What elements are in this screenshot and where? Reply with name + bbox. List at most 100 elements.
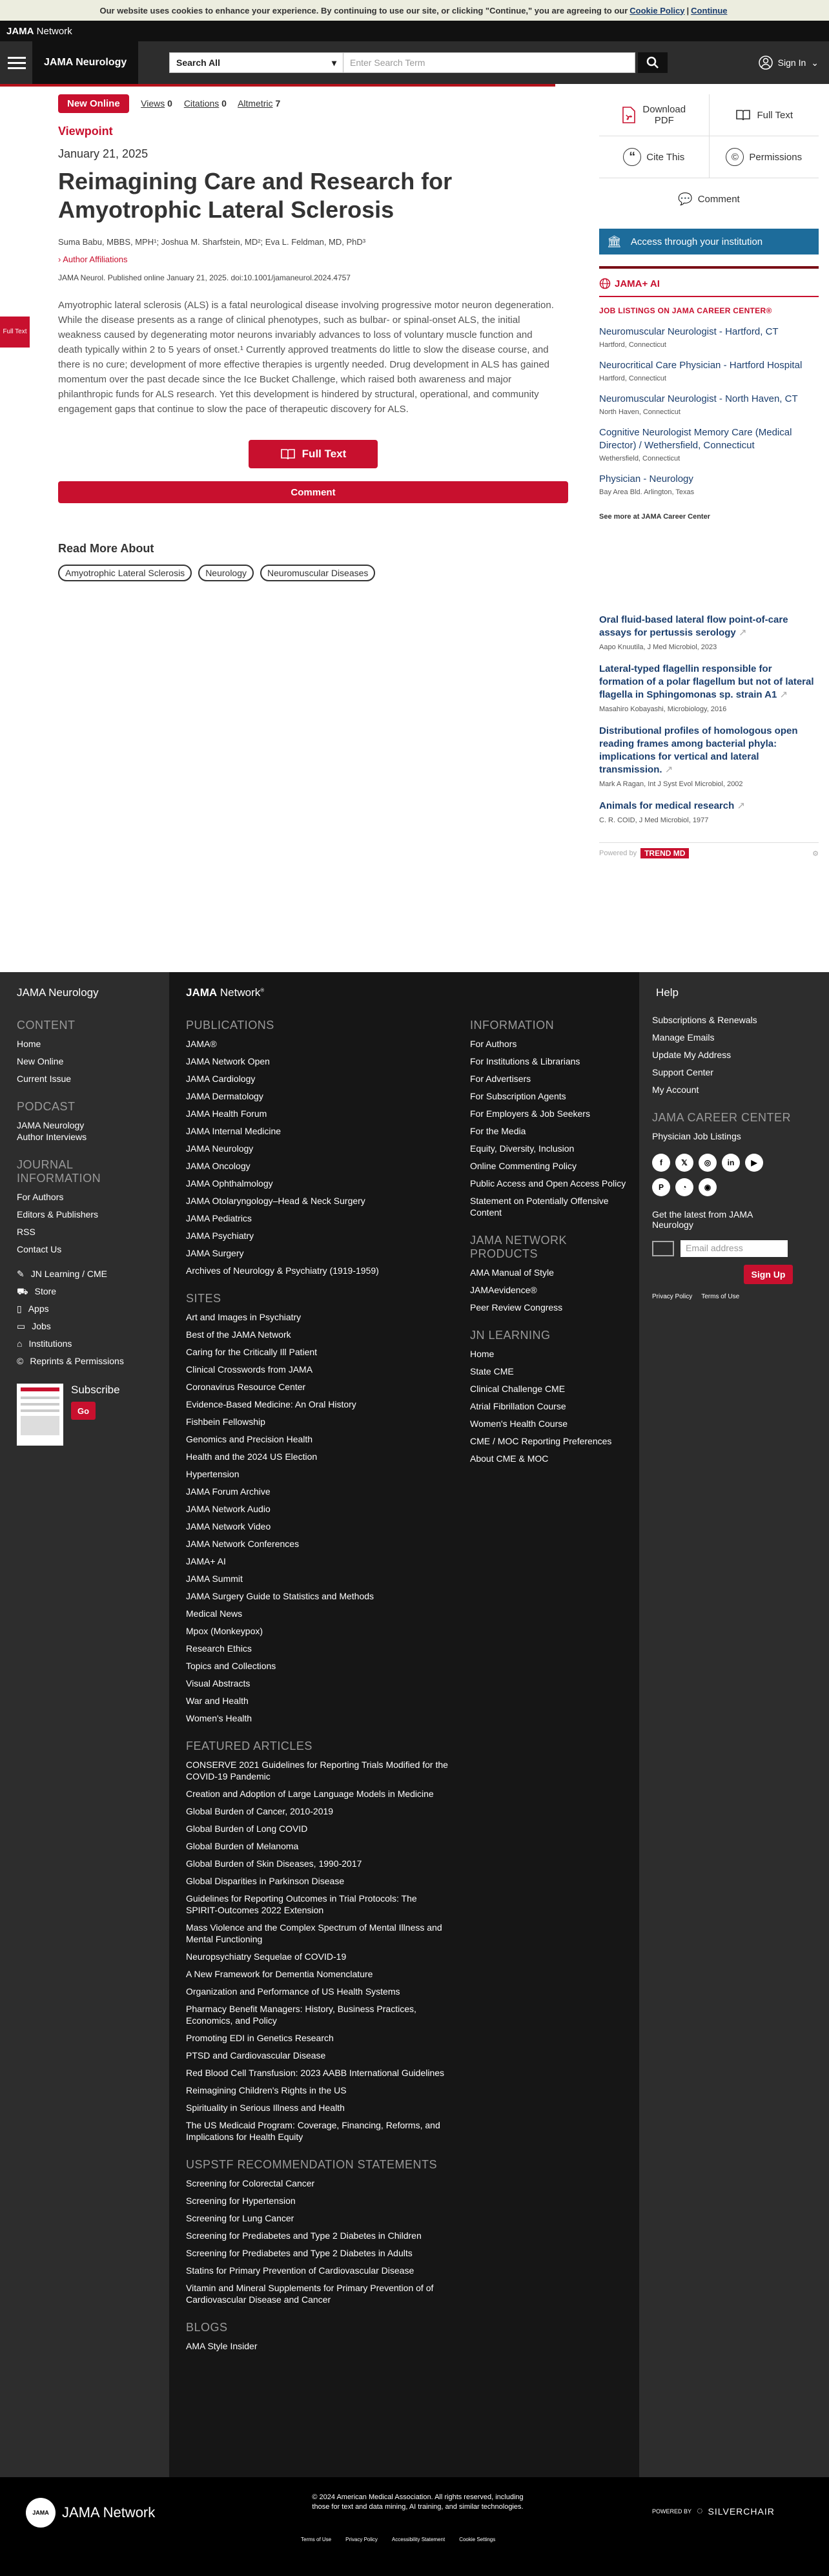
footer-link[interactable]: Update My Address xyxy=(652,1049,820,1061)
footer-link[interactable]: Visual Abstracts xyxy=(186,1678,451,1689)
search-button[interactable] xyxy=(638,52,668,73)
footer-link[interactable]: Editors & Publishers xyxy=(17,1209,159,1220)
footer-link[interactable]: A New Framework for Dementia Nomenclatur… xyxy=(186,1968,451,1980)
full-text-button[interactable]: Full Text xyxy=(249,440,378,468)
footer-service-link[interactable]: ▯ Apps xyxy=(17,1303,159,1314)
footer-link[interactable]: For Authors xyxy=(470,1038,631,1050)
footer-link[interactable]: Women's Health Course xyxy=(470,1418,631,1429)
footer-link[interactable]: Evidence-Based Medicine: An Oral History xyxy=(186,1398,451,1410)
footer-link[interactable]: New Online xyxy=(17,1055,159,1067)
footer-link[interactable]: Organization and Performance of US Healt… xyxy=(186,1986,451,1997)
footer-link[interactable]: Home xyxy=(17,1038,159,1050)
terms-link[interactable]: Terms of Use xyxy=(701,1293,739,1300)
footer-link[interactable]: Art and Images in Psychiatry xyxy=(186,1311,451,1323)
footer-link[interactable]: Screening for Prediabetes and Type 2 Dia… xyxy=(186,2230,451,2241)
pinterest-icon[interactable]: P xyxy=(652,1178,670,1196)
footer-service-link[interactable]: ✎ JN Learning / CME xyxy=(17,1268,159,1280)
footer-link[interactable]: Caring for the Critically Ill Patient xyxy=(186,1346,451,1358)
job-listing[interactable]: Neurocritical Care Physician - Hartford … xyxy=(599,359,819,382)
footer-link[interactable]: Spirituality in Serious Illness and Heal… xyxy=(186,2102,451,2114)
cite-this-button[interactable]: “ Cite This xyxy=(599,136,710,178)
footer-link[interactable]: JAMA Otolaryngology–Head & Neck Surgery xyxy=(186,1195,451,1207)
facebook-icon[interactable]: f xyxy=(652,1154,670,1172)
footer-link[interactable]: Vitamin and Mineral Supplements for Prim… xyxy=(186,2282,451,2305)
gear-icon[interactable]: ⚙ xyxy=(812,849,819,858)
footer-link[interactable]: JAMA Network Video xyxy=(186,1521,451,1532)
footer-link[interactable]: Current Issue xyxy=(17,1073,159,1085)
footer-link[interactable]: Fishbein Fellowship xyxy=(186,1416,451,1428)
footer-link[interactable]: JAMA Cardiology xyxy=(186,1073,451,1085)
footer-link[interactable]: State CME xyxy=(470,1366,631,1377)
footer-link[interactable]: AMA Manual of Style xyxy=(470,1267,631,1278)
footer-link[interactable]: Screening for Hypertension xyxy=(186,2195,451,2207)
footer-link[interactable]: JAMA Psychiatry xyxy=(186,1230,451,1241)
cookie-continue-link[interactable]: Continue xyxy=(691,6,727,16)
footer-link[interactable]: For Subscription Agents xyxy=(470,1090,631,1102)
footer-link[interactable]: Archives of Neurology & Psychiatry (1919… xyxy=(186,1265,451,1276)
download-pdf-button[interactable]: Download PDF xyxy=(599,94,710,136)
full-text-tool[interactable]: Full Text xyxy=(710,94,819,136)
footer-link[interactable]: JAMA Network Audio xyxy=(186,1503,451,1515)
author-affiliations-toggle[interactable]: › Author Affiliations xyxy=(58,254,568,264)
footer-link[interactable]: About CME & MOC xyxy=(470,1453,631,1464)
footer-link[interactable]: JAMA Network Conferences xyxy=(186,1538,451,1550)
trending-item[interactable]: Oral fluid-based lateral flow point-of-c… xyxy=(599,614,819,651)
podcast-icon[interactable]: ◉ xyxy=(699,1178,717,1196)
footer-link[interactable]: Statins for Primary Prevention of Cardio… xyxy=(186,2265,451,2276)
jama-network-logo[interactable]: JAMA Network xyxy=(6,26,72,37)
trending-item[interactable]: Animals for medical research ↗ C. R. COID… xyxy=(599,800,819,824)
footer-link[interactable]: Coronavirus Resource Center xyxy=(186,1381,451,1393)
footer-link[interactable]: Medical News xyxy=(186,1608,451,1619)
comment-tool[interactable]: 💬 Comment xyxy=(599,178,819,220)
footer-link[interactable]: War and Health xyxy=(186,1695,451,1707)
footer-link[interactable]: JAMA Dermatology xyxy=(186,1090,451,1102)
footer-link[interactable]: For Authors xyxy=(17,1191,159,1203)
footer-link[interactable]: Equity, Diversity, Inclusion xyxy=(470,1143,631,1154)
footer-link[interactable]: Clinical Crosswords from JAMA xyxy=(186,1364,451,1375)
footer-link[interactable]: JAMA Surgery xyxy=(186,1247,451,1259)
footer-link[interactable]: Mpox (Monkeypox) xyxy=(186,1625,451,1637)
footer-link[interactable]: Screening for Lung Cancer xyxy=(186,2212,451,2224)
privacy-link[interactable]: Privacy Policy xyxy=(652,1293,692,1300)
footer-link[interactable]: Global Burden of Skin Diseases, 1990-201… xyxy=(186,1858,451,1869)
jama-network-bottom-logo[interactable]: JAMA JAMA Network xyxy=(26,2498,155,2528)
footer-link[interactable]: Screening for Colorectal Cancer xyxy=(186,2177,451,2189)
footer-link[interactable]: Peer Review Congress xyxy=(470,1302,631,1313)
bottom-link[interactable]: Terms of Use xyxy=(301,2537,331,2542)
jama-ai-link[interactable]: JAMA+ AI xyxy=(599,278,819,289)
footer-link[interactable]: CONSERVE 2021 Guidelines for Reporting T… xyxy=(186,1759,451,1782)
footer-link[interactable]: Global Burden of Melanoma xyxy=(186,1840,451,1852)
silverchair-logo[interactable]: POWERED BY ◌ SILVERCHAIR xyxy=(652,2506,775,2517)
footer-link[interactable]: JAMA Forum Archive xyxy=(186,1486,451,1497)
footer-link[interactable]: JAMA Internal Medicine xyxy=(186,1125,451,1137)
rss-icon[interactable]: ◔ xyxy=(675,1178,693,1196)
altmetric-metric[interactable]: Altmetric 7 xyxy=(238,98,280,109)
footer-link[interactable]: Genomics and Precision Health xyxy=(186,1433,451,1445)
footer-link[interactable]: JAMA Oncology xyxy=(186,1160,451,1172)
footer-link[interactable]: CME / MOC Reporting Preferences xyxy=(470,1435,631,1447)
journal-cover-thumbnail[interactable] xyxy=(17,1384,63,1446)
footer-link[interactable]: Clinical Challenge CME xyxy=(470,1383,631,1395)
footer-link[interactable]: Creation and Adoption of Large Language … xyxy=(186,1788,451,1800)
institution-access-button[interactable]: 🏛 Access through your institution xyxy=(599,229,819,254)
email-input[interactable]: Email address xyxy=(681,1240,788,1257)
side-full-text-tab[interactable]: Full Text xyxy=(0,317,30,348)
footer-link[interactable]: JAMA Neurology xyxy=(186,1143,451,1154)
jama-network-footer-logo[interactable]: JAMA Network® xyxy=(169,972,639,999)
job-listing[interactable]: Neuromuscular Neurologist - North Haven,… xyxy=(599,393,819,416)
footer-link[interactable]: JAMA Ophthalmology xyxy=(186,1178,451,1189)
footer-link[interactable]: Neuropsychiatry Sequelae of COVID-19 xyxy=(186,1951,451,1962)
topic-tag[interactable]: Amyotrophic Lateral Sclerosis xyxy=(58,565,192,581)
search-input[interactable]: Enter Search Term xyxy=(343,52,635,73)
footer-link[interactable]: The US Medicaid Program: Coverage, Finan… xyxy=(186,2119,451,2143)
footer-link[interactable]: My Account xyxy=(652,1084,820,1096)
footer-service-link[interactable]: ⌂ Institutions xyxy=(17,1338,159,1349)
footer-service-link[interactable]: © Reprints & Permissions xyxy=(17,1355,159,1367)
footer-link[interactable]: Screening for Prediabetes and Type 2 Dia… xyxy=(186,2247,451,2259)
footer-link[interactable]: For Employers & Job Seekers xyxy=(470,1108,631,1119)
footer-link[interactable]: Pharmacy Benefit Managers: History, Busi… xyxy=(186,2003,451,2026)
footer-link[interactable]: AMA Style Insider xyxy=(186,2340,451,2352)
x-icon[interactable]: 𝕏 xyxy=(675,1154,693,1172)
footer-link[interactable]: Global Burden of Cancer, 2010-2019 xyxy=(186,1805,451,1817)
topic-tag[interactable]: Neuromuscular Diseases xyxy=(260,565,376,581)
